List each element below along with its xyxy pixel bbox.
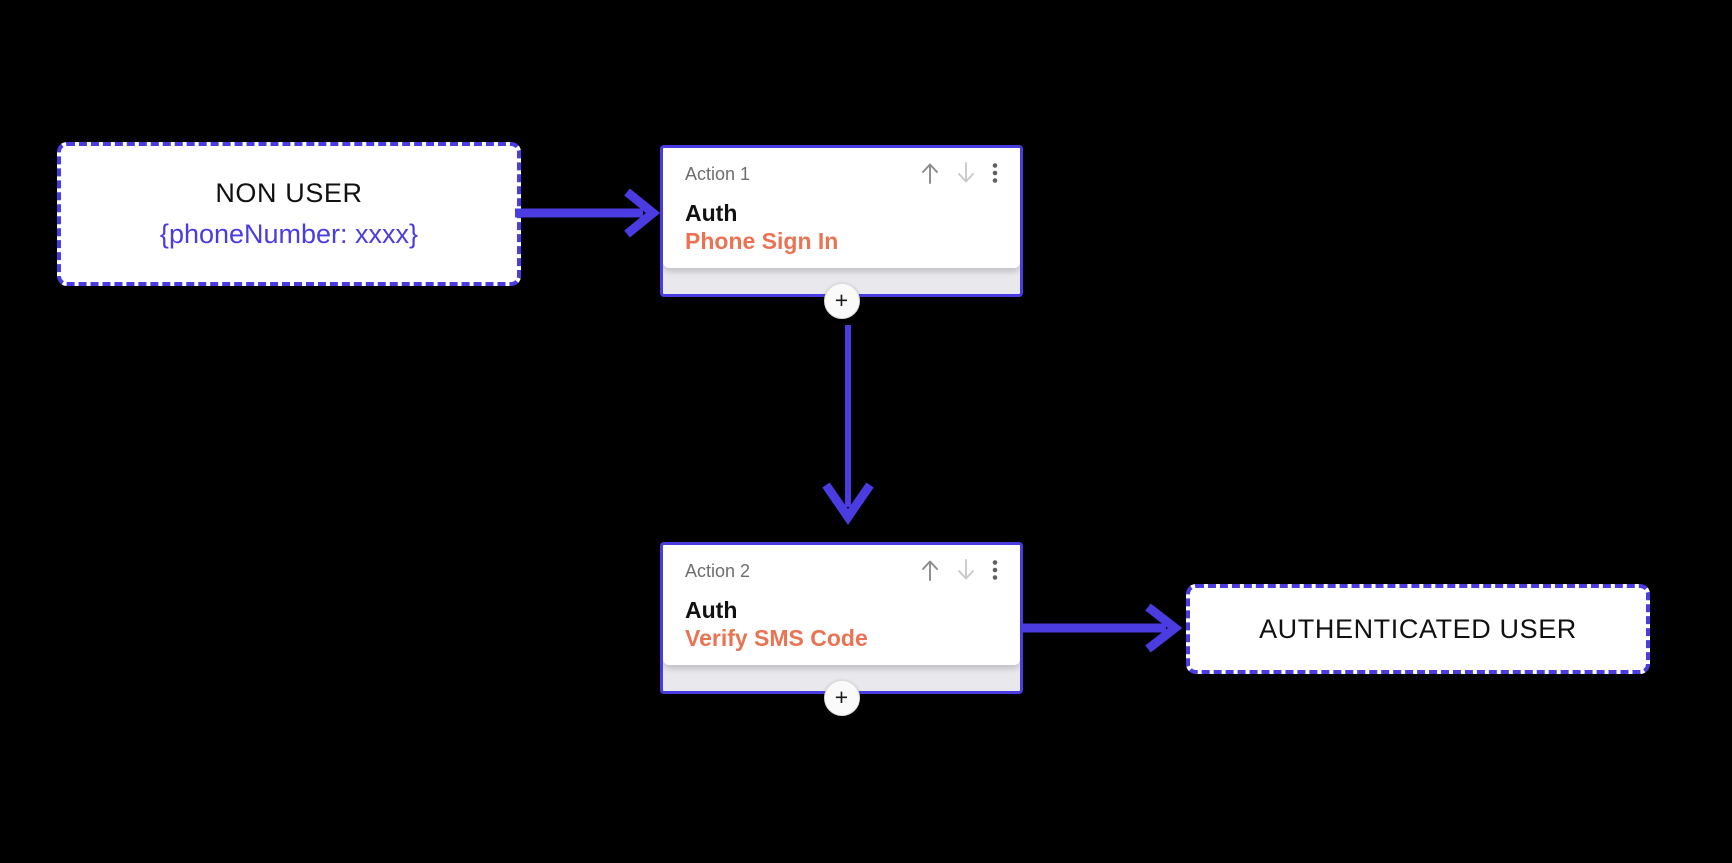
non-user-payload: {phoneNumber: xxxx} [159,219,419,249]
action-2-icon-group [920,559,998,581]
add-action-below-1-button[interactable]: + [823,283,860,319]
action-2-index-label: Action 2 [685,561,751,581]
action-2-header: Action 2 [685,559,998,581]
action-node-2[interactable]: Action 2 Auth Verify SMS Code + [660,542,1023,716]
action-2-subtitle: Verify SMS Code [685,625,868,652]
action-1-title: Auth [685,200,738,226]
endpoint-authenticated-user: AUTHENTICATED USER [1186,584,1650,674]
connector-non-user-to-action-1 [515,188,661,238]
action-2-title: Auth [685,597,738,623]
action-2-card[interactable]: Action 2 Auth Verify SMS Code [663,545,1020,665]
plus-icon: + [834,286,849,313]
connector-action-2-to-authenticated-user [1020,603,1183,653]
add-action-below-2-button[interactable]: + [823,680,860,716]
arrow-down-icon[interactable] [956,559,976,581]
authenticated-user-title: AUTHENTICATED USER [1259,613,1577,644]
action-1-subtitle: Phone Sign In [685,228,839,255]
action-1-index-label: Action 1 [685,164,751,184]
arrow-up-icon[interactable] [920,559,940,581]
connector-action-1-to-action-2 [822,325,874,525]
action-1-card[interactable]: Action 1 Auth Phone Sign In [663,148,1020,268]
non-user-title: NON USER [215,178,363,209]
more-vertical-icon[interactable] [992,162,998,184]
action-node-1[interactable]: Action 1 Auth Phone Sign In + [660,145,1023,319]
arrow-up-icon[interactable] [920,162,940,184]
more-vertical-icon[interactable] [992,559,998,581]
action-1-icon-group [920,162,998,184]
diagram-canvas: NON USER {phoneNumber: xxxx} Action 1 Au… [0,0,1732,863]
action-1-frame: Action 1 Auth Phone Sign In [660,145,1023,297]
action-2-frame: Action 2 Auth Verify SMS Code [660,542,1023,694]
endpoint-non-user: NON USER {phoneNumber: xxxx} [57,142,521,286]
card-1-edge-noise-right [1021,145,1023,297]
action-1-header: Action 1 [685,162,998,184]
card-2-edge-noise-left [660,542,662,694]
card-1-edge-noise-left [660,145,662,297]
plus-icon: + [834,683,849,710]
arrow-down-icon[interactable] [956,162,976,184]
